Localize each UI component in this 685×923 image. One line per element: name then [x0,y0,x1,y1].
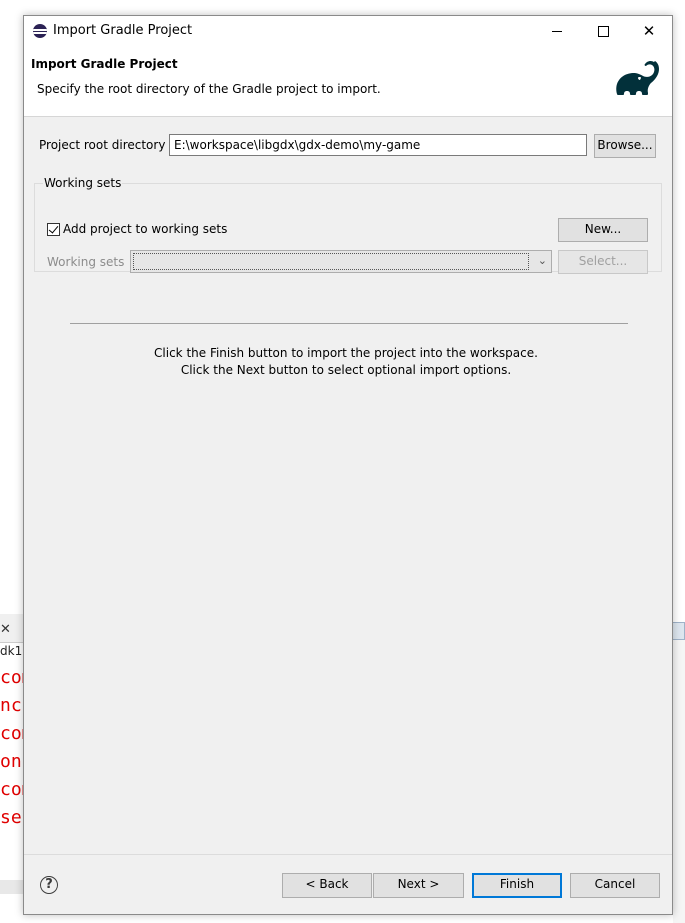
wizard-content: Project root directory E:\workspace\libg… [24,117,672,853]
eclipse-icon [33,24,47,38]
working-sets-group-title: Working sets [43,176,123,190]
background-tab-close-icon[interactable]: ✕ [0,622,11,637]
add-to-working-sets-label[interactable]: Add project to working sets [63,222,227,236]
console-line: nc [0,695,22,716]
window-title: Import Gradle Project [53,23,193,38]
chevron-down-icon[interactable]: ⌄ [538,254,547,267]
select-working-sets-button[interactable]: Select... [558,250,648,274]
back-button[interactable]: < Back [282,873,372,898]
cancel-button[interactable]: Cancel [570,873,660,898]
console-line: on [0,751,22,772]
working-sets-label: Working sets [47,255,125,269]
background-right-panel [673,640,685,923]
close-button[interactable]: ✕ [626,16,672,47]
browse-button[interactable]: Browse... [594,134,656,158]
close-icon: ✕ [642,22,656,40]
next-hint-text: Click the Next button to select optional… [180,363,512,377]
finish-button[interactable]: Finish [472,873,562,898]
working-sets-combo[interactable]: ⌄ [130,250,552,273]
minimize-button[interactable] [534,16,580,47]
add-to-working-sets-checkbox[interactable] [47,223,60,236]
title-bar[interactable]: Import Gradle Project ✕ [24,16,672,47]
project-root-label: Project root directory [39,138,166,152]
maximize-button[interactable] [580,16,626,47]
working-sets-combo-value [133,253,529,270]
button-bar-separator [24,854,672,855]
project-root-input[interactable]: E:\workspace\libgdx\gdx-demo\my-game [169,134,587,156]
minimize-icon [552,31,562,32]
finish-hint-text: Click the Finish button to import the pr… [154,346,538,360]
help-icon[interactable]: ? [40,876,58,894]
gradle-elephant-icon [616,60,659,95]
background-tab-label: dk1 [0,644,23,658]
import-gradle-dialog: Import Gradle Project ✕ Import Gradle Pr… [23,15,673,915]
new-working-set-button[interactable]: New... [558,218,648,242]
maximize-icon [597,26,609,37]
wizard-page-title: Import Gradle Project [31,57,178,71]
wizard-page-description: Specify the root directory of the Gradle… [37,82,381,96]
background-view-icon[interactable] [672,622,685,640]
separator [70,323,628,324]
wizard-banner: Import Gradle Project Specify the root d… [24,47,672,117]
background-status-strip [0,880,24,894]
next-button[interactable]: Next > [373,873,464,898]
